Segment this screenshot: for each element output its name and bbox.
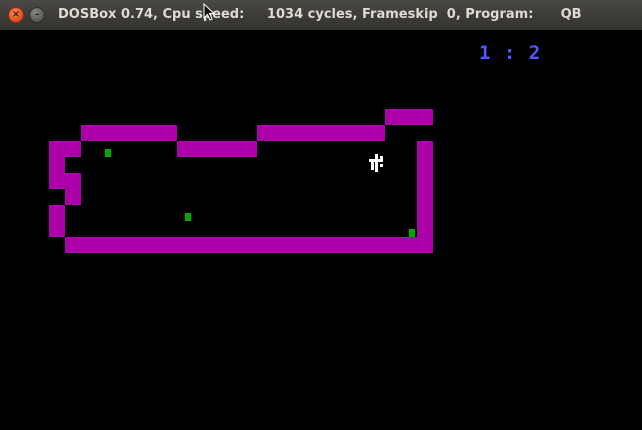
player-figure-icon: [369, 154, 383, 172]
maze-wall: [65, 237, 433, 253]
score-display: 1 : 2: [479, 42, 542, 64]
maze-wall: [385, 109, 433, 125]
food-pellet: [409, 229, 415, 237]
food-pellet: [105, 149, 111, 157]
maze-wall: [257, 125, 385, 141]
maze-wall: [177, 141, 257, 157]
window-titlebar[interactable]: × – DOSBox 0.74, Cpu speed: 1034 cycles,…: [0, 0, 642, 31]
close-window-button[interactable]: ×: [8, 7, 24, 23]
minimize-window-button[interactable]: –: [29, 7, 45, 23]
maze-wall: [81, 125, 177, 141]
maze-wall: [49, 141, 81, 157]
maze-wall: [65, 173, 81, 205]
game-screen[interactable]: 1 : 2: [0, 30, 642, 430]
window-title: DOSBox 0.74, Cpu speed: 1034 cycles, Fra…: [58, 7, 582, 22]
close-icon: ×: [11, 9, 21, 20]
mouse-pointer-icon: [203, 3, 215, 21]
minimize-icon: –: [34, 9, 40, 20]
maze-wall: [49, 205, 65, 237]
food-pellet: [185, 213, 191, 221]
maze-wall: [417, 141, 433, 237]
maze-wall: [49, 157, 65, 189]
